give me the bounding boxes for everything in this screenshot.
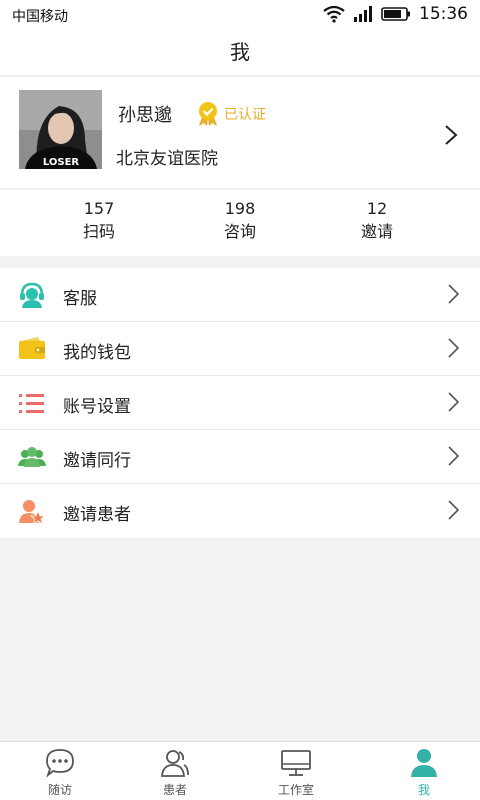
- tab-patients[interactable]: 患者: [115, 742, 235, 800]
- wifi-icon: [323, 5, 345, 23]
- carrier-name: 中国移动: [12, 9, 68, 25]
- chat-bubble-icon: [46, 749, 74, 778]
- stat-invite[interactable]: 12 邀请: [327, 199, 427, 245]
- stat-value: 157: [83, 199, 115, 218]
- hospital-name: 北京友谊医院: [116, 149, 218, 169]
- menu-list: 客服 我的钱包 账号设置 邀请同行 邀请患者: [0, 268, 480, 538]
- menu-item-invite-patients[interactable]: 邀请患者: [0, 484, 480, 538]
- invite-colleagues-icon: [18, 447, 46, 467]
- clock: 15:36: [419, 4, 468, 24]
- chevron-right-icon: [448, 446, 460, 466]
- verified-medal-icon: [199, 102, 217, 126]
- stats-row: 157 扫码 198 咨询 12 邀请: [0, 190, 480, 256]
- menu-item-label: 账号设置: [63, 397, 131, 417]
- profile-name: 孙思邈: [118, 105, 172, 126]
- verified-label: 已认证: [224, 107, 266, 123]
- menu-item-label: 客服: [63, 289, 97, 309]
- stat-label: 咨询: [223, 222, 256, 241]
- profile-icon: [411, 749, 437, 777]
- page-title: 我: [230, 40, 250, 64]
- status-icons: 15:36: [323, 4, 468, 24]
- profile-card[interactable]: LOSER 孙思邈 已认证 北京友谊医院: [0, 77, 480, 189]
- chevron-right-icon[interactable]: [444, 124, 458, 146]
- menu-item-wallet[interactable]: 我的钱包: [0, 322, 480, 376]
- stat-scan[interactable]: 157 扫码: [49, 199, 149, 245]
- stat-label: 邀请: [360, 222, 393, 241]
- menu-item-account-settings[interactable]: 账号设置: [0, 376, 480, 430]
- tab-studio[interactable]: 工作室: [236, 742, 356, 800]
- tab-follow-up[interactable]: 随访: [0, 742, 120, 800]
- stat-value: 198: [224, 199, 256, 218]
- battery-icon: [381, 7, 410, 21]
- stat-consult[interactable]: 198 咨询: [190, 199, 290, 245]
- wallet-icon: [19, 337, 45, 359]
- status-bar: 中国移动 15:36: [0, 0, 480, 30]
- menu-item-label: 邀请患者: [63, 505, 131, 525]
- tab-label: 随访: [47, 783, 72, 797]
- tab-label: 工作室: [277, 783, 314, 797]
- menu-item-customer-service[interactable]: 客服: [0, 268, 480, 322]
- avatar[interactable]: LOSER: [19, 90, 102, 169]
- tab-label: 患者: [162, 783, 187, 797]
- menu-item-label: 我的钱包: [63, 343, 131, 363]
- chevron-right-icon: [448, 338, 460, 358]
- settings-list-icon: [19, 394, 44, 413]
- menu-item-invite-colleagues[interactable]: 邀请同行: [0, 430, 480, 484]
- bottom-tab-bar: 随访 患者 工作室 我: [0, 741, 480, 800]
- customer-service-icon: [20, 282, 44, 308]
- signal-icon: [354, 6, 372, 22]
- stat-label: 扫码: [82, 222, 115, 241]
- tab-me[interactable]: 我: [364, 742, 480, 800]
- stat-value: 12: [366, 199, 388, 218]
- patients-icon: [161, 750, 189, 777]
- tab-label: 我: [417, 783, 430, 797]
- chevron-right-icon: [448, 500, 460, 520]
- monitor-icon: [281, 750, 311, 776]
- verified-badge: 已认证: [196, 101, 266, 127]
- avatar-shirt-text: LOSER: [43, 157, 80, 168]
- menu-item-label: 邀请同行: [63, 451, 131, 471]
- nav-bar: 我: [0, 30, 480, 76]
- chevron-right-icon: [448, 392, 460, 412]
- chevron-right-icon: [448, 284, 460, 304]
- invite-patient-icon: [19, 500, 46, 524]
